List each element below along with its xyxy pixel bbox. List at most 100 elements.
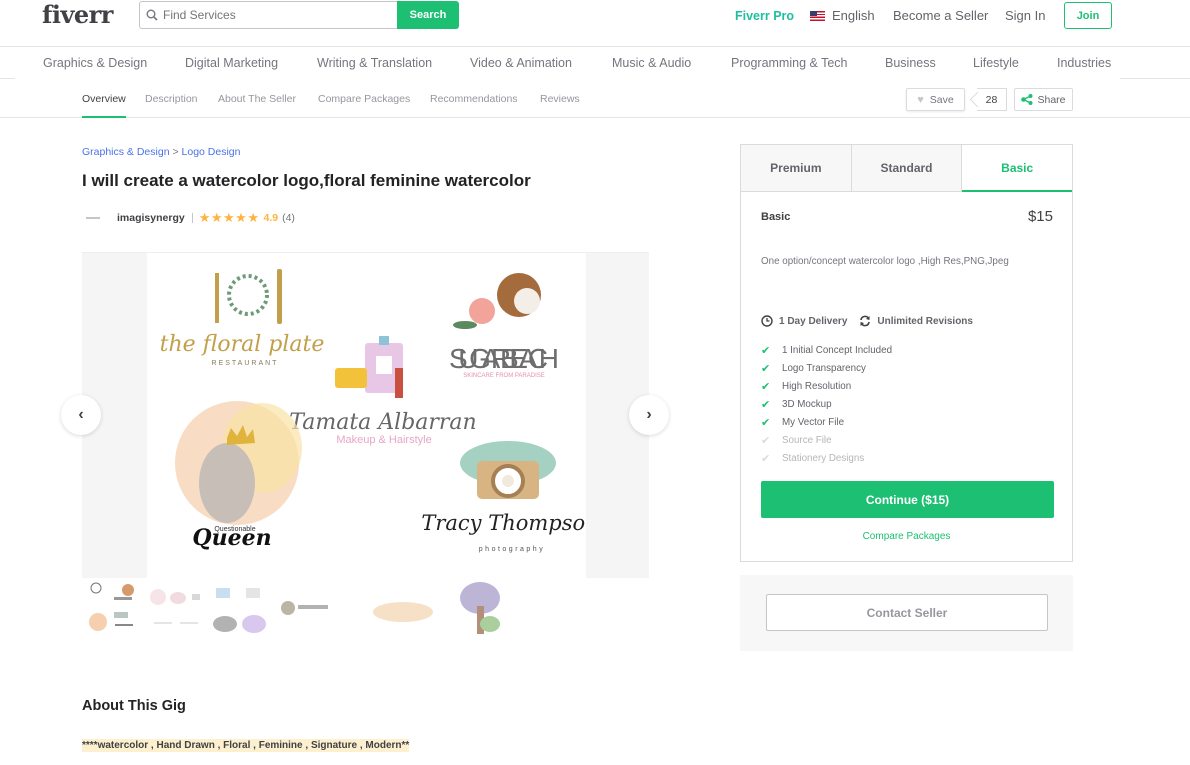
divider (0, 78, 15, 79)
tab-standard[interactable]: Standard (851, 145, 963, 192)
check-icon: ✔ (761, 380, 771, 393)
seller-row: imagisynergy ★★★★★ 4.9 (4) (82, 210, 295, 226)
subnav-description[interactable]: Description (145, 93, 198, 105)
category-nav: Graphics & Design Digital Marketing Writ… (0, 47, 1190, 80)
feature-item: ✔ 3D Mockup (761, 398, 832, 411)
search-button[interactable]: Search (397, 1, 459, 29)
tab-basic[interactable]: Basic (962, 145, 1073, 192)
package-tabs: Premium Standard Basic (741, 145, 1073, 192)
delivery-time: 1 Day Delivery (779, 315, 848, 327)
search-icon (146, 9, 158, 21)
floral-plate-text: the floral plate (160, 332, 325, 357)
subnav-compare-packages[interactable]: Compare Packages (318, 93, 410, 105)
breadcrumb-graphics-design[interactable]: Graphics & Design (82, 146, 170, 158)
share-button[interactable]: Share (1014, 88, 1073, 111)
subnav-about-seller[interactable]: About The Seller (218, 93, 296, 105)
search-box[interactable] (139, 1, 397, 29)
sign-in-link[interactable]: Sign In (1005, 8, 1045, 23)
top-header: fiverr Search Fiverr Pro English Become … (0, 0, 1190, 47)
feature-item: ✔ My Vector File (761, 416, 845, 429)
check-icon: ✔ (761, 398, 771, 411)
fiverr-logo[interactable]: fiverr (42, 0, 113, 29)
breadcrumb-logo-design[interactable]: Logo Design (182, 146, 241, 158)
queen-text: Queen (192, 525, 271, 551)
contact-seller-section: Contact Seller (740, 575, 1073, 651)
feature-item: ✔ 1 Initial Concept Included (761, 344, 893, 357)
contact-seller-button[interactable]: Contact Seller (766, 594, 1048, 631)
heart-icon: ♥ (917, 93, 924, 106)
category-programming-tech[interactable]: Programming & Tech (731, 56, 848, 70)
feature-list: ✔ 1 Initial Concept Included ✔ Logo Transp… (761, 341, 892, 467)
gig-gallery: the floral plate RESTAURANT SUGAR BEACH … (82, 252, 649, 579)
subnav-reviews[interactable]: Reviews (540, 93, 580, 105)
divider (191, 213, 193, 223)
floral-plate-sub: RESTAURANT (212, 360, 279, 367)
divider (1120, 78, 1190, 79)
breadcrumb-separator: > (172, 146, 179, 158)
thumbnail[interactable] (452, 580, 512, 638)
category-digital-marketing[interactable]: Digital Marketing (185, 56, 278, 70)
share-label: Share (1037, 93, 1066, 106)
seller-name[interactable]: imagisynergy (117, 212, 185, 224)
gig-title: I will create a watercolor logo,floral f… (82, 171, 531, 190)
become-seller-link[interactable]: Become a Seller (893, 8, 988, 23)
thumbnail-image (213, 588, 266, 633)
save-count: 28 (977, 88, 1007, 111)
category-lifestyle[interactable]: Lifestyle (973, 56, 1019, 70)
logo-collage-image: the floral plate RESTAURANT SUGAR BEACH … (160, 269, 586, 553)
subnav-overview[interactable]: Overview (82, 93, 126, 118)
sugar-beach-text: SUGAR BEACH (449, 343, 559, 374)
language-selector[interactable]: English (810, 8, 875, 23)
seller-avatar[interactable] (82, 211, 104, 225)
share-icon (1021, 94, 1033, 105)
gig-subnav: Overview Description About The Seller Co… (0, 80, 1190, 118)
review-count[interactable]: (4) (282, 212, 295, 224)
gallery-main-image[interactable]: the floral plate RESTAURANT SUGAR BEACH … (147, 253, 586, 579)
save-button[interactable]: ♥ Save (906, 88, 965, 111)
gallery-prev-button[interactable]: ‹ (61, 395, 101, 435)
tamata-text: Tamata Albarran (289, 410, 476, 435)
feature-item: ✔ Logo Transparency (761, 362, 866, 375)
category-writing-translation[interactable]: Writing & Translation (317, 56, 432, 70)
fiverr-pro-link[interactable]: Fiverr Pro (735, 9, 794, 23)
rating-value: 4.9 (263, 212, 279, 224)
sugar-beach-sub: SKINCARE FROM PARADISE (463, 373, 545, 379)
thumbnail[interactable] (368, 580, 433, 638)
thumbnail-image (460, 582, 500, 634)
about-gig-tags: ****watercolor , Hand Drawn , Floral , F… (82, 739, 410, 752)
tamata-sub: Makeup & Hairstyle (336, 434, 431, 446)
tab-premium[interactable]: Premium (741, 145, 852, 192)
category-video-animation[interactable]: Video & Animation (470, 56, 572, 70)
continue-button[interactable]: Continue ($15) (761, 481, 1054, 518)
thumbnail-image (150, 589, 200, 624)
sugar-beach-logo: SUGAR BEACH SKINCARE FROM PARADISE (449, 273, 559, 379)
check-icon: ✔ (761, 416, 771, 429)
tracy-text: Tracy Thompson (421, 511, 586, 535)
feature-item: ✔ Stationery Designs (761, 452, 865, 465)
search-bar: Search (139, 1, 459, 29)
star-rating-icons: ★★★★★ (198, 210, 260, 225)
search-input[interactable] (163, 8, 363, 22)
tracy-thompson-logo: Tracy Thompson photography (421, 441, 586, 553)
gallery-thumbnails (82, 580, 649, 640)
us-flag-icon (810, 10, 825, 21)
category-business[interactable]: Business (885, 56, 936, 70)
thumbnail[interactable] (146, 580, 206, 638)
thumbnail[interactable] (274, 580, 334, 638)
join-button[interactable]: Join (1064, 2, 1112, 29)
thumbnail[interactable] (210, 580, 270, 638)
compare-packages-link[interactable]: Compare Packages (741, 531, 1072, 542)
thumbnail-image (281, 601, 328, 615)
category-music-audio[interactable]: Music & Audio (612, 56, 691, 70)
thumbnail-image (89, 582, 134, 631)
gallery-next-button[interactable]: › (629, 395, 669, 435)
package-meta: 1 Day Delivery Unlimited Revisions (761, 315, 973, 327)
category-industries[interactable]: Industries (1057, 56, 1111, 70)
check-icon: ✔ (761, 434, 771, 447)
thumbnail[interactable] (82, 580, 142, 638)
category-graphics-design[interactable]: Graphics & Design (43, 56, 147, 70)
thumbnail-image (373, 602, 433, 622)
subnav-recommendations[interactable]: Recommendations (430, 93, 518, 105)
check-icon: ✔ (761, 452, 771, 465)
package-price: $15 (1027, 208, 1053, 225)
